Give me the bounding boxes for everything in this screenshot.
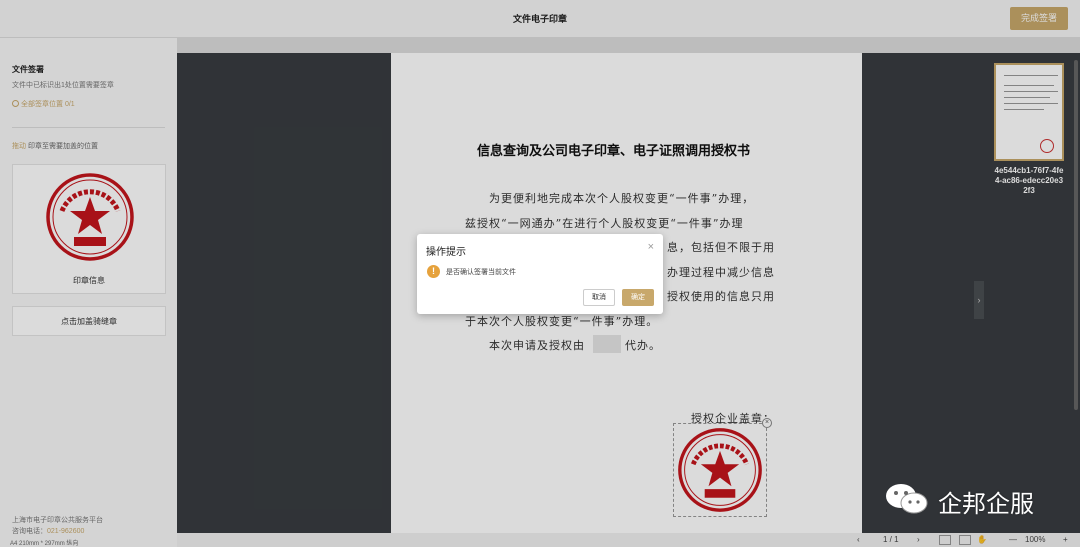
wechat-icon — [886, 484, 928, 514]
warning-icon: ! — [427, 265, 440, 278]
confirm-button[interactable]: 确定 — [622, 289, 654, 306]
watermark-text: 企邦企服 — [938, 491, 1034, 518]
dialog-title: 操作提示 — [426, 247, 466, 258]
cancel-button[interactable]: 取消 — [583, 289, 615, 306]
dialog-message: 是否确认签署当前文件 — [446, 269, 516, 276]
confirm-dialog: 操作提示 × ! 是否确认签署当前文件 取消 确定 — [417, 234, 663, 314]
close-icon[interactable]: × — [648, 241, 654, 253]
